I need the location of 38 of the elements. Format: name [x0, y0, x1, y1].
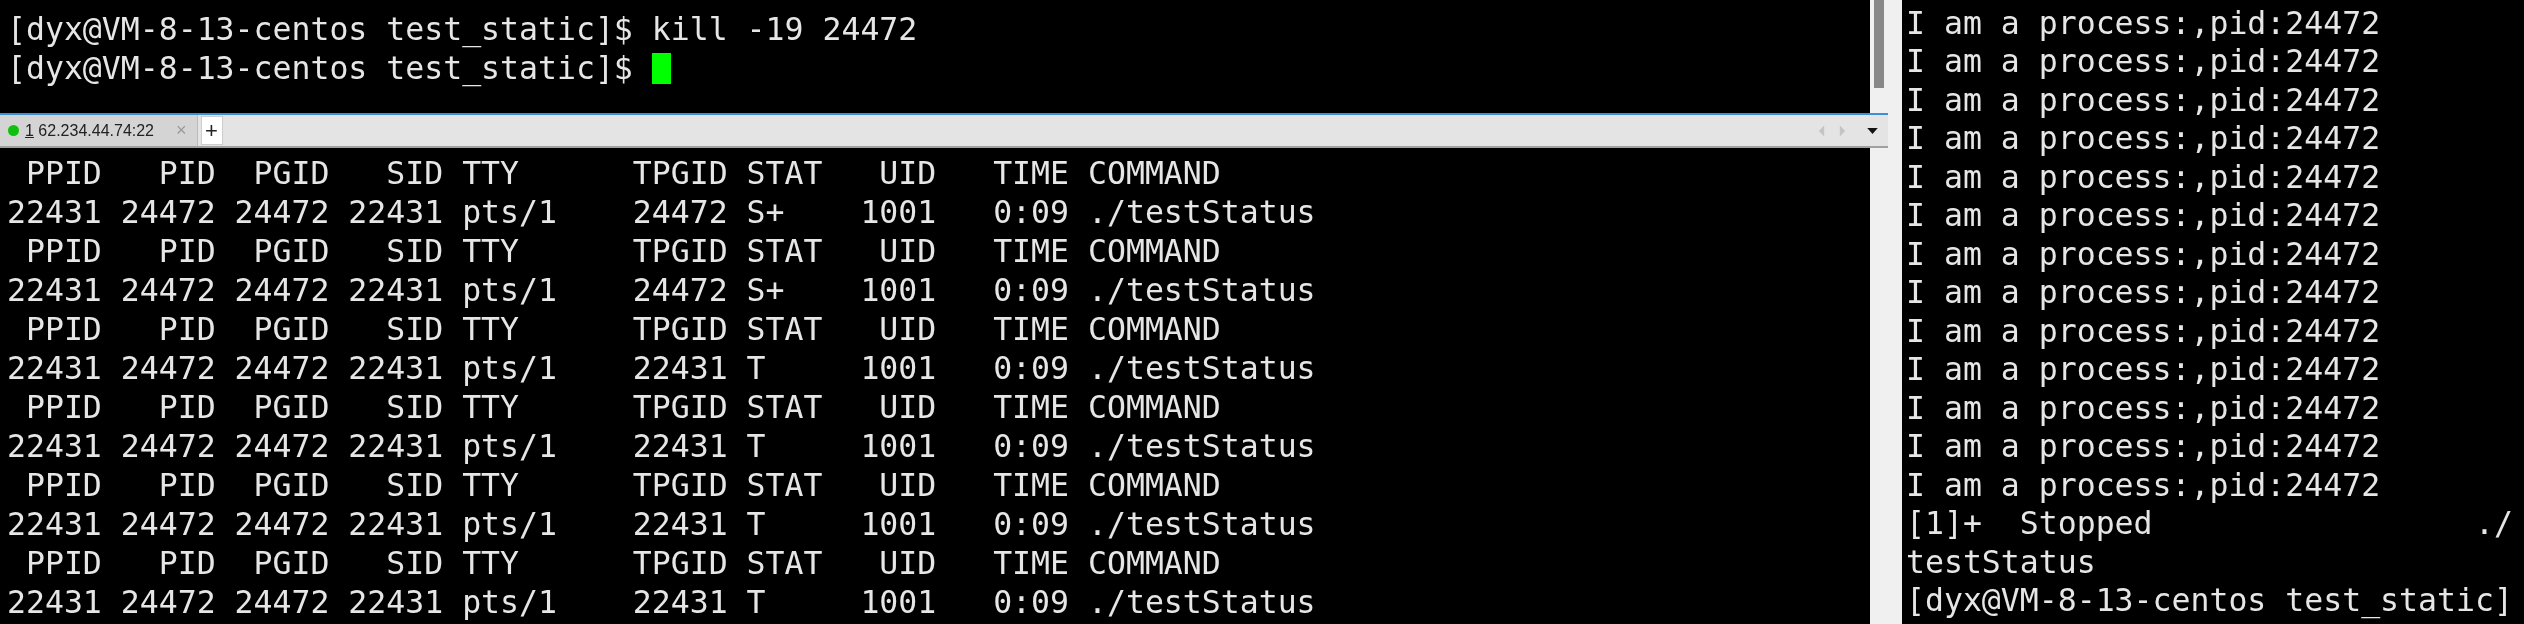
terminal-line: testStatus	[1906, 542, 2096, 582]
arrow-right-icon[interactable]	[1838, 123, 1847, 138]
terminal-line: I am a process:,pid:24472	[1906, 157, 2381, 197]
terminal-line: 22431 24472 24472 22431 pts/1 24472 S+ 1001 0:09 ./testStatus	[7, 193, 1316, 232]
scrollbar[interactable]	[1870, 148, 1888, 624]
session-tab[interactable]: 1 62.234.44.74:22 ×	[0, 115, 198, 146]
terminal-line: 22431 24472 24472 22431 pts/1 22431 T 1001 0:09 ./testStatus	[7, 583, 1316, 622]
terminal-line: PPID PID PGID SID TTY TPGID STAT UID TIME COMMAND	[24, 388, 1221, 427]
terminal-line: 22431 24472 24472 22431 pts/1 24472 S+ 1001 0:09 ./testStatus	[7, 271, 1316, 310]
terminal-line: I am a process:,pid:24472	[1906, 388, 2381, 428]
scrollbar[interactable]	[1870, 0, 1888, 113]
terminal-line: I am a process:,pid:24472	[1906, 311, 2381, 351]
terminal-line: PPID PID PGID SID TTY TPGID STAT UID TIME COMMAND	[24, 154, 1221, 193]
terminal-line: 22431 24472 24472 22431 pts/1 22431 T 1001 0:09 ./testStatus	[7, 505, 1316, 544]
terminal-line: I am a process:,pid:24472	[1906, 465, 2381, 505]
terminal-line: [dyx@VM-8-13-centos test_static]	[1906, 581, 2513, 621]
terminal-line: 22431 24472 24472 22431 pts/1 22431 T 1001 0:09 ./testStatus	[7, 427, 1316, 466]
tab-label: 1 62.234.44.74:22	[25, 121, 154, 140]
arrow-left-icon[interactable]	[1817, 123, 1826, 138]
caret-down-icon[interactable]	[1867, 127, 1878, 134]
terminal-line: I am a process:,pid:24472	[1906, 42, 2381, 82]
terminal-line: 22431 24472 24472 22431 pts/1 22431 T 1001 0:09 ./testStatus	[7, 349, 1316, 388]
terminal-line: I am a process:,pid:24472	[1906, 3, 2381, 43]
terminal-line: I am a process:,pid:24472	[1906, 80, 2381, 120]
terminal-line: I am a process:,pid:24472	[1906, 350, 2381, 390]
terminal-line: [dyx@VM-8-13-centos test_static]$	[7, 49, 634, 88]
terminal-line: I am a process:,pid:24472	[1906, 119, 2381, 159]
terminal-line: [dyx@VM-8-13-centos test_static]$ kill -19 24472	[7, 10, 918, 49]
new-tab-button[interactable]: +	[200, 116, 223, 145]
terminal-line: I am a process:,pid:24472	[1906, 427, 2381, 467]
terminal-line: PPID PID PGID SID TTY TPGID STAT UID TIME COMMAND	[24, 466, 1221, 505]
terminal-line: I am a process:,pid:24472	[1906, 273, 2381, 313]
terminal-line: PPID PID PGID SID TTY TPGID STAT UID TIME COMMAND	[24, 232, 1221, 271]
terminal-line: [1]+ Stopped ./	[1906, 504, 2513, 544]
terminal-line: PPID PID PGID SID TTY TPGID STAT UID TIME COMMAND	[24, 544, 1221, 583]
terminal-line: I am a process:,pid:24472	[1906, 196, 2381, 236]
terminal-line: PPID PID PGID SID TTY TPGID STAT UID TIME COMMAND	[24, 310, 1221, 349]
terminal-line: I am a process:,pid:24472	[1906, 234, 2381, 274]
